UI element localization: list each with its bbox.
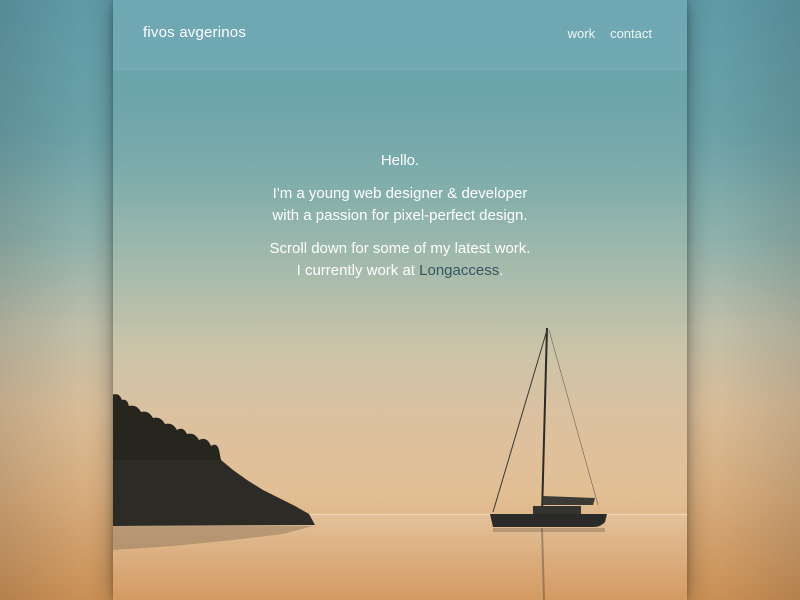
hill-trees [113,394,221,460]
intro-line-1: I'm a young web designer & developer [272,185,528,202]
intro-line-4-suffix: . [499,262,504,279]
greeting: Hello. [380,152,420,169]
boat-forestay [492,329,548,513]
boat-mast [541,327,548,515]
intro-line-3: Scroll down for some of my latest work. [269,240,531,257]
intro-text: Hello. I'm a young web designer & develo… [113,150,687,293]
hero-photo-sailboat [113,327,687,600]
boat-cabin [533,506,581,514]
boat-hull-reflection [493,528,605,532]
intro-line-4-prefix: I currently work at [296,262,420,279]
intro-paragraph-1: I'm a young web designer & developer wit… [113,183,687,227]
intro-line-2: with a passion for pixel-perfect design. [272,207,528,224]
boat-hull [490,514,607,527]
intro-paragraph-2: Scroll down for some of my latest work. … [113,238,687,282]
page-container: fivos avgerinos work contact Hello. I'm … [113,0,687,600]
company-link[interactable]: Longaccess [419,262,499,279]
sailboat [490,327,607,527]
top-navigation-bar: fivos avgerinos work contact [113,0,687,71]
main-nav: work contact [568,26,652,41]
nav-link-contact[interactable]: contact [610,26,652,41]
site-title-link[interactable]: fivos avgerinos [143,24,246,41]
boat-boom-sail [543,496,595,505]
nav-link-work[interactable]: work [568,26,595,41]
boat-backstay [548,329,599,506]
